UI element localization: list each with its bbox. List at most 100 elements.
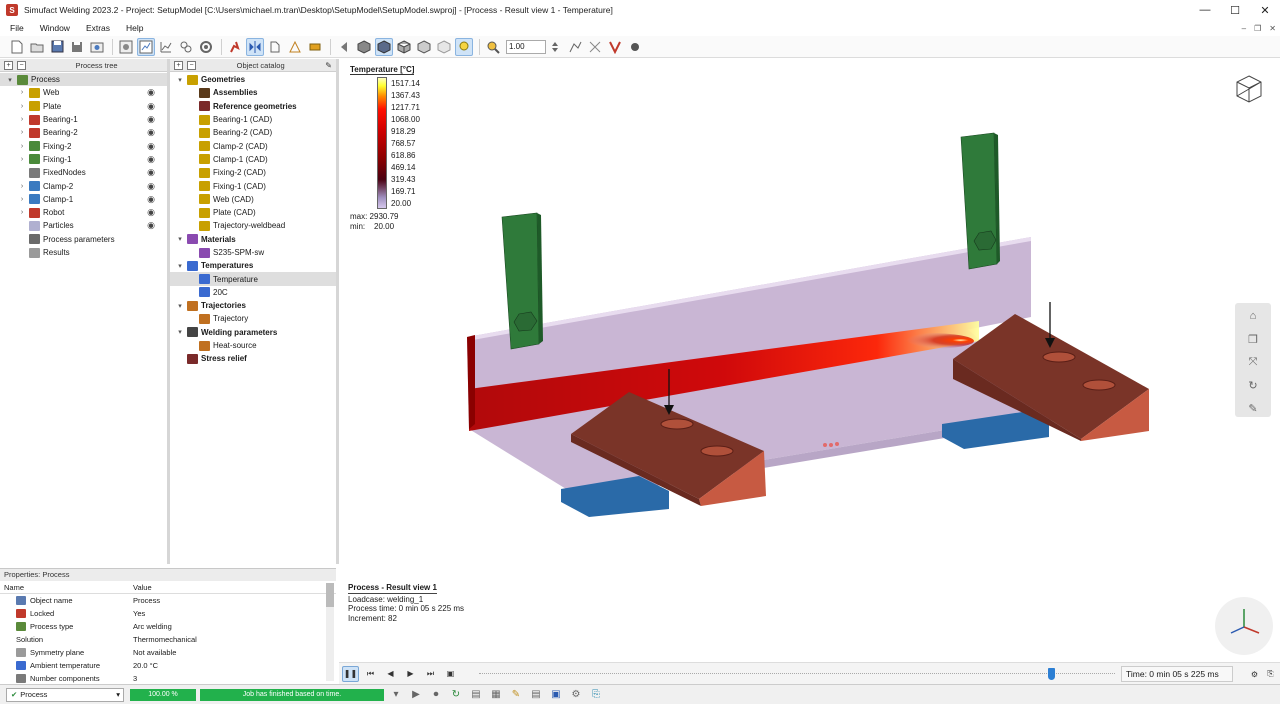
monitor-icon[interactable]: ▣ — [548, 688, 564, 702]
export-icon[interactable]: ⎘ — [1262, 666, 1279, 682]
run-icon[interactable]: ▶ — [408, 688, 424, 702]
last-frame-icon[interactable]: ⏭ — [422, 666, 439, 682]
expand-all-icon[interactable]: + — [174, 60, 183, 70]
property-row[interactable]: Solution Thermomechanical — [0, 633, 336, 646]
zoom-spin-icon[interactable] — [546, 38, 564, 56]
playback-settings-icon[interactable]: ⚙ — [1246, 666, 1263, 682]
tree-item-robot[interactable]: › Robot ◉ — [0, 206, 167, 219]
pin-icon[interactable]: ✎ — [325, 61, 332, 70]
maximize-icon[interactable]: ☐ — [1220, 0, 1250, 20]
visibility-eye-icon[interactable]: ◉ — [147, 101, 155, 112]
chevron-down-icon[interactable]: ▾ — [176, 302, 184, 310]
tree-item-web[interactable]: › Web ◉ — [0, 86, 167, 99]
record-icon[interactable] — [626, 38, 644, 56]
robot-icon[interactable] — [226, 38, 244, 56]
chevron-right-icon[interactable]: › — [18, 116, 26, 123]
mdi-restore-icon[interactable]: ❐ — [1254, 24, 1261, 33]
minimize-icon[interactable]: — — [1190, 0, 1220, 20]
catalog-item-assemblies[interactable]: Assemblies — [170, 86, 336, 99]
process-select[interactable]: ✔ Process ▾ — [6, 687, 124, 702]
time-slider-track[interactable] — [479, 673, 1115, 675]
report-icon[interactable]: ▤ — [528, 688, 544, 702]
tree-item-results[interactable]: Results — [0, 246, 167, 259]
tree-item-particles[interactable]: Particles ◉ — [0, 219, 167, 232]
catalog-item-temperatures[interactable]: ▾ Temperatures — [170, 259, 336, 272]
chevron-right-icon[interactable]: › — [18, 156, 26, 163]
expand-all-icon[interactable]: + — [4, 60, 13, 70]
property-row[interactable]: Object name Process — [0, 594, 336, 607]
property-row[interactable]: Locked Yes — [0, 607, 336, 620]
clamp-icon[interactable] — [266, 38, 284, 56]
process-view-icon[interactable] — [117, 38, 135, 56]
mdi-close-icon[interactable]: ✕ — [1269, 24, 1276, 33]
visibility-eye-icon[interactable]: ◉ — [147, 127, 155, 138]
chevron-right-icon[interactable]: › — [18, 209, 26, 216]
mesh-check-icon[interactable]: ▦ — [488, 688, 504, 702]
back-arrow-icon[interactable] — [335, 38, 353, 56]
zoom-icon[interactable] — [484, 38, 502, 56]
zoom-input[interactable]: 1.00 — [506, 39, 546, 54]
close-icon[interactable]: ✕ — [1250, 0, 1280, 20]
properties-scrollbar[interactable] — [326, 583, 334, 681]
visibility-eye-icon[interactable]: ◉ — [147, 194, 155, 205]
light-icon[interactable] — [455, 37, 473, 56]
tree-item-plate[interactable]: › Plate ◉ — [0, 100, 167, 113]
catalog-item-web-cad[interactable]: Web (CAD) — [170, 193, 336, 206]
view-transparent-icon[interactable] — [435, 38, 453, 56]
view-shaded-icon[interactable] — [375, 37, 393, 56]
tree-item-bearing-2[interactable]: › Bearing-2 ◉ — [0, 126, 167, 139]
bearing-icon[interactable] — [306, 38, 324, 56]
result-view-icon[interactable] — [137, 37, 155, 56]
menu-file[interactable]: File — [4, 23, 30, 33]
catalog-item-clamp-1-cad[interactable]: Clamp-1 (CAD) — [170, 153, 336, 166]
menu-window[interactable]: Window — [34, 23, 76, 33]
tree-item-clamp-2[interactable]: › Clamp-2 ◉ — [0, 179, 167, 192]
screenshot-icon[interactable] — [88, 38, 106, 56]
copy-view-icon[interactable]: ❐ — [1237, 329, 1269, 349]
menu-help[interactable]: Help — [120, 23, 149, 33]
catalog-item-stress-relief[interactable]: Stress relief — [170, 352, 336, 365]
job-settings-icon[interactable]: ⚙ — [568, 688, 584, 702]
visibility-eye-icon[interactable]: ◉ — [147, 154, 155, 165]
catalog-item-materials[interactable]: ▾ Materials — [170, 233, 336, 246]
visibility-eye-icon[interactable]: ◉ — [147, 207, 155, 218]
tree-item-fixing-2[interactable]: › Fixing-2 ◉ — [0, 139, 167, 152]
record-video-icon[interactable]: ▣ — [442, 666, 459, 682]
menu-extras[interactable]: Extras — [80, 23, 116, 33]
chevron-right-icon[interactable]: › — [18, 143, 26, 150]
catalog-item-trajectories[interactable]: ▾ Trajectories — [170, 299, 336, 312]
tree-item-process[interactable]: ▾ Process — [0, 73, 167, 87]
chevron-right-icon[interactable]: › — [18, 89, 26, 96]
view-edges-icon[interactable] — [415, 38, 433, 56]
log-icon[interactable]: ▤ — [468, 688, 484, 702]
catalog-item-fixing-1-cad[interactable]: Fixing-1 (CAD) — [170, 179, 336, 192]
catalog-item-welding-parameters[interactable]: ▾ Welding parameters — [170, 326, 336, 339]
collapse-all-icon[interactable]: − — [187, 60, 196, 70]
symmetry-icon[interactable] — [246, 37, 264, 56]
collapse-all-icon[interactable]: − — [17, 60, 26, 70]
pause-icon[interactable]: ❚❚ — [342, 665, 359, 682]
tree-item-fixing-1[interactable]: › Fixing-1 ◉ — [0, 153, 167, 166]
home-view-icon[interactable]: ⌂ — [1237, 306, 1269, 326]
save-icon[interactable] — [48, 38, 66, 56]
first-frame-icon[interactable]: ⏮ — [362, 666, 379, 682]
visibility-eye-icon[interactable]: ◉ — [147, 114, 155, 125]
new-file-icon[interactable] — [8, 38, 26, 56]
catalog-item-trajectory-weldbead[interactable]: Trajectory-weldbead — [170, 219, 336, 232]
chevron-right-icon[interactable]: › — [18, 129, 26, 136]
visibility-eye-icon[interactable]: ◉ — [147, 167, 155, 178]
chevron-down-icon[interactable]: ▾ — [176, 235, 184, 243]
catalog-item-trajectory[interactable]: Trajectory — [170, 312, 336, 325]
chevron-right-icon[interactable]: › — [18, 103, 26, 110]
open-icon[interactable] — [28, 38, 46, 56]
catalog-item-fixing-2-cad[interactable]: Fixing-2 (CAD) — [170, 166, 336, 179]
catalog-item-temperature[interactable]: Temperature — [170, 272, 336, 286]
rotate-view-icon[interactable]: ↻ — [1237, 375, 1269, 395]
catalog-item-reference-geometries[interactable]: Reference geometries — [170, 100, 336, 113]
view-iso-icon[interactable] — [355, 38, 373, 56]
3d-model-view[interactable] — [339, 59, 1280, 662]
vector-icon[interactable] — [606, 38, 624, 56]
catalog-item-s235-spm-sw[interactable]: S235-SPM-sw — [170, 246, 336, 259]
view-wire-icon[interactable] — [395, 38, 413, 56]
fixing-icon[interactable] — [286, 38, 304, 56]
